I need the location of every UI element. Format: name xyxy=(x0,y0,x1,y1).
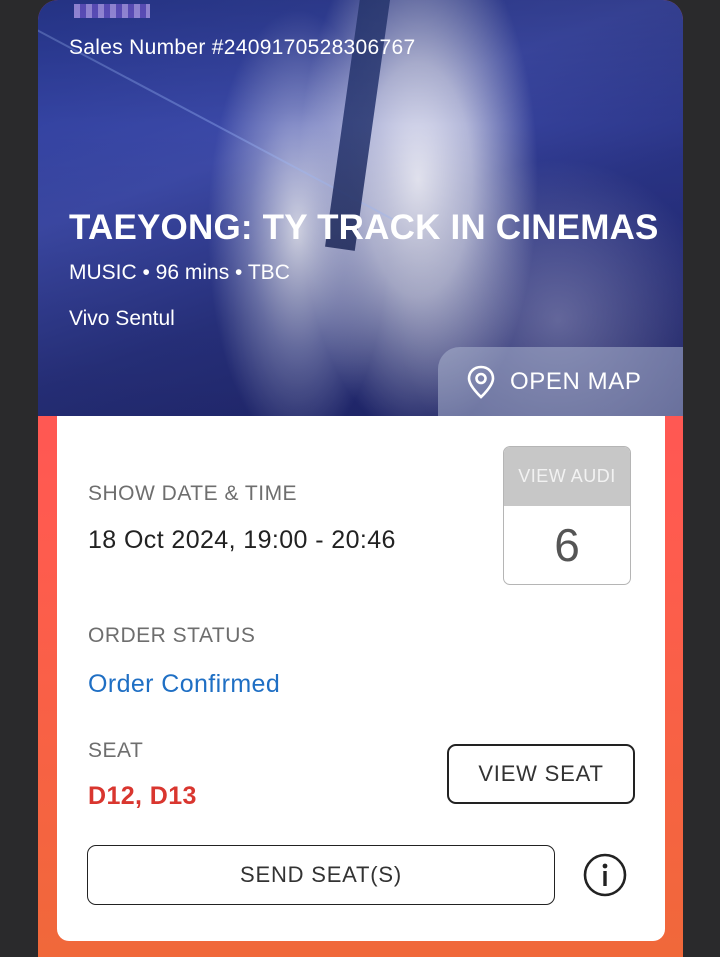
seat-label: SEAT xyxy=(88,739,144,762)
open-map-label: OPEN MAP xyxy=(510,367,642,395)
show-date-value: 18 Oct 2024, 19:00 - 20:46 xyxy=(88,526,396,554)
send-seats-label: SEND SEAT(S) xyxy=(240,862,402,887)
cinema-venue: Vivo Sentul xyxy=(69,307,175,330)
view-audi-button[interactable]: VIEW AUDI 6 xyxy=(503,446,631,585)
view-audi-label: VIEW AUDI xyxy=(504,447,630,506)
order-status-value: Order Confirmed xyxy=(88,670,281,698)
movie-meta: MUSIC • 96 mins • TBC xyxy=(69,261,290,284)
order-status-label: ORDER STATUS xyxy=(88,624,256,647)
show-date-label: SHOW DATE & TIME xyxy=(88,482,298,505)
send-seats-button[interactable]: SEND SEAT(S) xyxy=(87,845,555,905)
map-pin-icon xyxy=(467,365,495,399)
ticket-card: Sales Number #24091705283067​67 TAEYONG:… xyxy=(38,0,683,957)
view-seat-button[interactable]: VIEW SEAT xyxy=(447,744,635,804)
movie-poster-banner: Sales Number #24091705283067​67 TAEYONG:… xyxy=(38,0,683,416)
ticket-details-panel: SHOW DATE & TIME 18 Oct 2024, 19:00 - 20… xyxy=(57,416,665,941)
seat-value: D12, D13 xyxy=(88,782,197,810)
audi-number: 6 xyxy=(554,519,580,571)
movie-title: TAEYONG: TY TRACK IN CINEMAS xyxy=(69,208,659,247)
view-seat-label: VIEW SEAT xyxy=(478,761,604,786)
info-icon[interactable] xyxy=(583,853,627,897)
sales-number: Sales Number #24091705283067​67 xyxy=(69,36,416,59)
open-map-button[interactable]: OPEN MAP xyxy=(438,347,683,416)
